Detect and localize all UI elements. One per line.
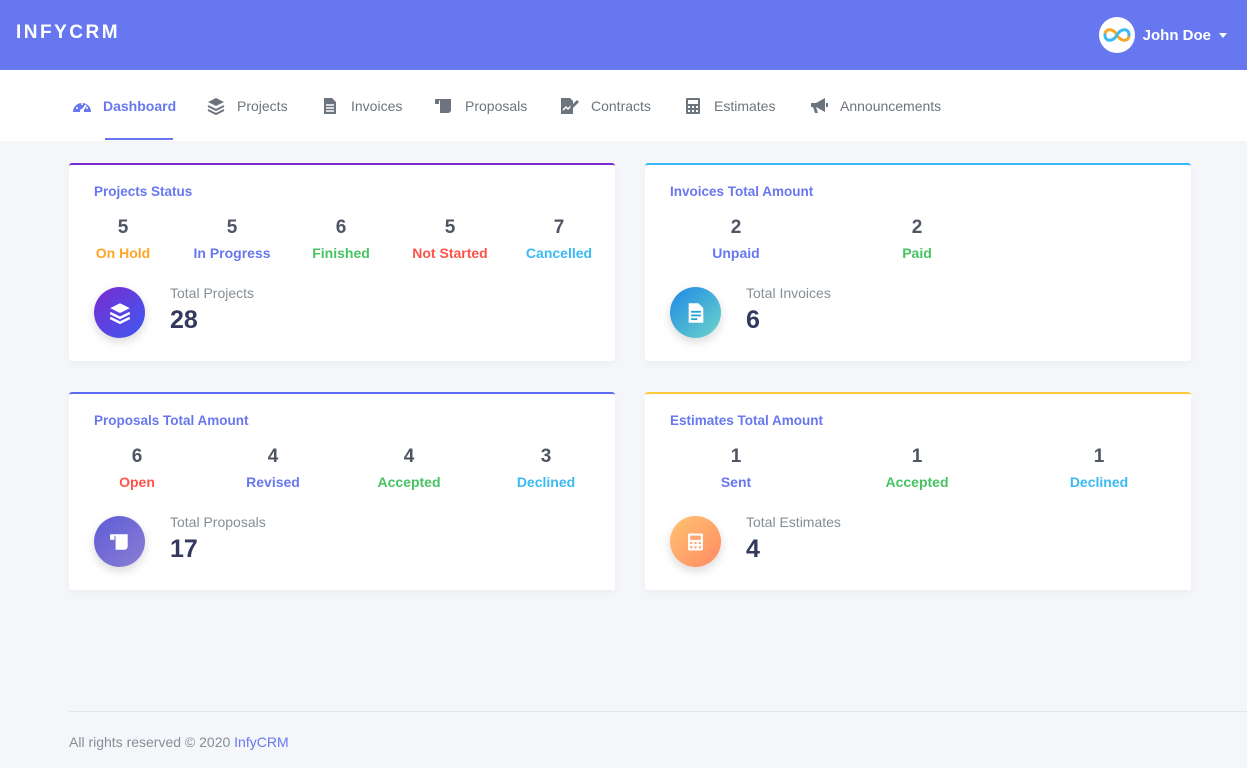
stat-value: 3 [540, 446, 552, 467]
stat-on-hold[interactable]: 5 On Hold [96, 216, 150, 261]
nav-label: Contracts [591, 97, 651, 114]
layers-icon [94, 287, 145, 338]
stat-value: 7 [553, 217, 565, 238]
nav-item-dashboard[interactable]: Dashboard [72, 70, 176, 141]
stat-value: 2 [911, 217, 923, 238]
stat-label: Accepted [377, 474, 441, 490]
stat-finished[interactable]: 6 Finished [312, 216, 370, 261]
footer: All rights reserved © 2020 InfyCRM [69, 734, 289, 750]
stat-unpaid[interactable]: 2 Unpaid [712, 216, 759, 261]
stat-label: Cancelled [525, 245, 593, 261]
stat-declined[interactable]: 3 Declined [517, 445, 575, 490]
footer-link[interactable]: InfyCRM [234, 734, 288, 750]
stat-value: 6 [131, 446, 143, 467]
stat-label: Unpaid [712, 245, 760, 261]
nav-label: Proposals [465, 97, 528, 114]
stat-revised[interactable]: 4 Revised [246, 445, 300, 490]
stat-open[interactable]: 6 Open [119, 445, 155, 490]
card-title: Projects Status [94, 184, 193, 199]
stat-value: 1 [911, 446, 923, 467]
total-value: 4 [746, 535, 760, 563]
card-title: Proposals Total Amount [94, 413, 249, 428]
stat-value: 4 [403, 446, 415, 467]
footer-text: All rights reserved © 2020 [69, 734, 231, 750]
top-bar: INFYCRM John Doe [0, 0, 1247, 70]
stat-accepted[interactable]: 1 Accepted [885, 445, 948, 490]
caret-down-icon [1219, 32, 1227, 38]
file-signature-icon [560, 97, 580, 115]
stat-value: 5 [444, 217, 456, 238]
stat-label: Open [119, 474, 155, 490]
nav-item-estimates[interactable]: Estimates [683, 70, 775, 141]
stat-label: Finished [312, 245, 370, 261]
stat-not-started[interactable]: 5 Not Started [412, 216, 487, 261]
total-value: 28 [170, 306, 198, 334]
brand-logo[interactable]: INFYCRM [16, 22, 120, 44]
stat-value: 1 [1093, 446, 1105, 467]
stat-sent[interactable]: 1 Sent [721, 445, 751, 490]
footer-divider [69, 711, 1247, 712]
stat-label: Sent [720, 474, 752, 490]
nav-label: Dashboard [103, 97, 177, 114]
card-title: Estimates Total Amount [670, 413, 824, 428]
projects-status-card: Projects Status 5 On Hold 5 In Progress … [69, 163, 615, 361]
layers-icon [206, 97, 226, 115]
nav-item-announcements[interactable]: Announcements [809, 70, 941, 141]
stat-label: Declined [516, 474, 576, 490]
stat-label: Paid [902, 245, 932, 261]
user-menu[interactable]: John Doe [1098, 17, 1227, 53]
nav-item-invoices[interactable]: Invoices [320, 70, 402, 141]
infinity-logo-icon [1103, 28, 1131, 42]
stat-label: In Progress [193, 245, 271, 261]
stat-value: 5 [226, 217, 238, 238]
total-value: 6 [746, 306, 760, 334]
stat-value: 4 [267, 446, 279, 467]
stat-accepted[interactable]: 4 Accepted [377, 445, 440, 490]
avatar [1098, 17, 1135, 53]
nav-label: Estimates [714, 97, 776, 114]
stat-label: Declined [1069, 474, 1129, 490]
stat-in-progress[interactable]: 5 In Progress [193, 216, 270, 261]
stat-value: 1 [730, 446, 742, 467]
scroll-icon [434, 97, 454, 115]
user-name: John Doe [1142, 26, 1211, 44]
nav-label: Invoices [351, 97, 403, 114]
stat-value: 6 [335, 217, 347, 238]
tachometer-icon [72, 97, 92, 115]
stat-cancelled[interactable]: 7 Cancelled [526, 216, 592, 261]
calculator-icon [670, 516, 721, 567]
stat-label: Revised [246, 474, 300, 490]
nav-label: Announcements [840, 97, 942, 114]
card-title: Invoices Total Amount [670, 184, 814, 199]
stat-value: 2 [730, 217, 742, 238]
nav-item-contracts[interactable]: Contracts [560, 70, 651, 141]
total-label: Total Estimates [746, 514, 841, 530]
nav-item-proposals[interactable]: Proposals [434, 70, 527, 141]
stat-declined[interactable]: 1 Declined [1070, 445, 1128, 490]
main-nav: Dashboard Projects Invoices Proposals Co… [0, 70, 1247, 141]
total-label: Total Invoices [746, 285, 831, 301]
stat-label: On Hold [95, 245, 151, 261]
file-invoice-icon [670, 287, 721, 338]
total-label: Total Proposals [170, 514, 266, 530]
calculator-icon [683, 97, 703, 115]
stat-label: Not Started [412, 245, 488, 261]
active-tab-indicator [105, 138, 173, 140]
total-label: Total Projects [170, 285, 255, 301]
stat-label: Accepted [885, 474, 949, 490]
invoices-total-card: Invoices Total Amount 2 Unpaid 2 Paid To… [645, 163, 1191, 361]
stat-value: 5 [117, 217, 129, 238]
proposals-total-card: Proposals Total Amount 6 Open 4 Revised … [69, 392, 615, 590]
nav-item-projects[interactable]: Projects [206, 70, 288, 141]
estimates-total-card: Estimates Total Amount 1 Sent 1 Accepted… [645, 392, 1191, 590]
stat-paid[interactable]: 2 Paid [902, 216, 932, 261]
total-value: 17 [170, 535, 198, 563]
nav-label: Projects [237, 97, 288, 114]
bullhorn-icon [809, 97, 829, 115]
file-icon [320, 97, 340, 115]
scroll-icon [94, 516, 145, 567]
